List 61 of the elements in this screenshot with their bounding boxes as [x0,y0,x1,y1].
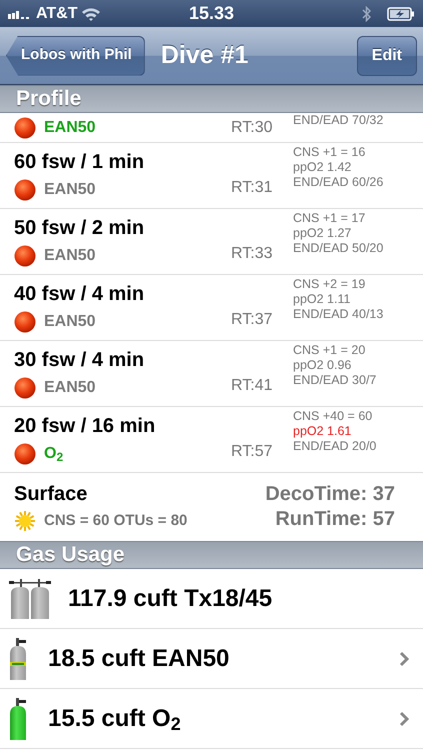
stop-title: 60 fsw / 1 min [14,150,146,174]
stop-marker-icon [14,244,36,266]
gas-amount: 18.5 cuft EAN50 [48,644,230,674]
gas-amount: 117.9 cuft Tx18/45 [68,584,274,614]
info-line: END/EAD 70/32 [293,113,384,128]
info-line: END/EAD 40/13 [293,307,384,322]
edit-button[interactable]: Edit [356,36,417,76]
gas-row[interactable]: 15.5 cuft O$_{2}$ [0,689,423,749]
gas-label: EAN50 [44,246,96,266]
deco-time: DecoTime: 37 [265,482,395,507]
gas-label: EAN50 [44,118,96,138]
info-line: CNS +40 = 60 [293,409,374,424]
screen-title: Dive #1 [160,40,250,71]
section-header: Profile [0,85,423,113]
info-line: ppO2 1.42 [293,160,352,175]
runtime-label: RT:37 [231,310,273,330]
info-line: CNS +1 = 16 [293,145,366,160]
info-line: CNS +1 = 20 [293,343,366,358]
wifi-icon [81,6,102,20]
stop-title: 40 fsw / 4 min [14,282,146,306]
gas-row[interactable]: 18.5 cuft EAN50 [0,629,423,689]
surface-summary: CNS = 60 OTUs = 80 [44,510,188,531]
info-line: CNS +2 = 19 [293,277,366,292]
stop-title: 30 fsw / 4 min [14,348,146,372]
stop-marker-icon [14,116,36,138]
battery-icon [387,6,415,20]
gas-label: EAN50 [44,378,96,398]
info-line: CNS +1 = 17 [293,211,366,226]
twin-tank-icon [8,578,52,618]
info-line: ppO2 1.27 [293,226,352,241]
back-button[interactable]: Lobos with Phil [6,36,145,76]
info-line: END/EAD 20/0 [293,439,378,454]
runtime-label: RT:31 [231,178,273,198]
info-line: END/EAD 60/26 [293,175,384,190]
stop-marker-icon [14,310,36,332]
info-line: ppO2 0.96 [293,358,352,373]
runtime-label: RT:57 [231,442,273,462]
stop-marker-icon [14,376,36,398]
stop-marker-icon [14,442,36,464]
info-line: ppO2 1.11 [293,292,352,307]
surface-title: Surface [14,482,88,506]
gas-label: EAN50 [44,180,96,200]
signal-icon [8,8,32,18]
carrier-name: AT&T [36,4,78,24]
info-line: ppO2 1.61 [293,424,352,439]
stop-marker-icon [14,178,36,200]
gas-label: O$_{2}$ [44,444,64,466]
runtime-label: RT:30 [231,118,273,138]
section-header: Gas Usage [0,541,423,569]
info-line: END/EAD 30/7 [293,373,378,388]
gas-label: EAN50 [44,312,96,332]
status-time: 15.33 [188,2,236,25]
runtime-label: RT:41 [231,376,273,396]
sun-icon [14,510,36,532]
stop-title: 50 fsw / 2 min [14,216,146,240]
gas-amount: 15.5 cuft O$_{2}$ [48,704,182,736]
run-time: RunTime: 57 [275,507,395,532]
bluetooth-icon [362,6,371,22]
stop-title: 20 fsw / 16 min [14,414,156,438]
info-line: END/EAD 50/20 [293,241,384,256]
runtime-label: RT:33 [231,244,273,264]
